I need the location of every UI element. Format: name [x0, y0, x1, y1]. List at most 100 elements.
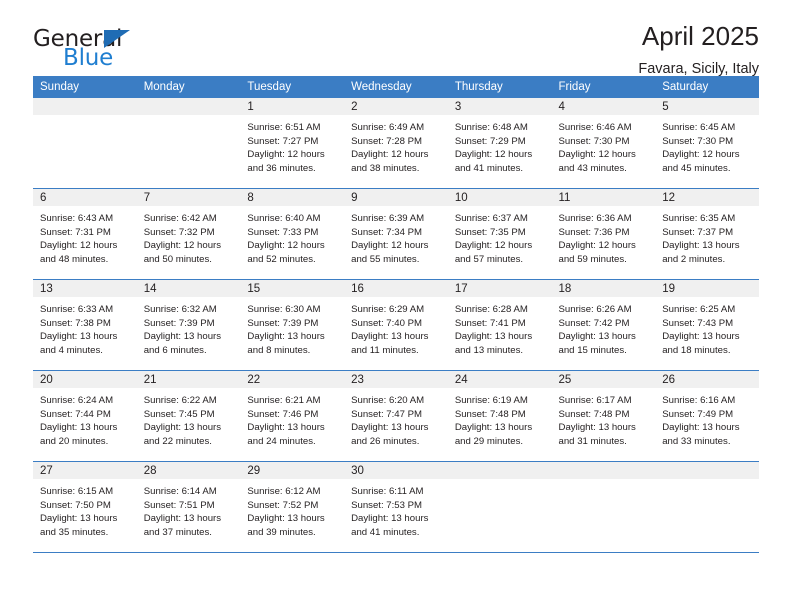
daylight-text-line2: and 41 minutes. — [351, 526, 420, 538]
calendar-day-cell[interactable]: 6 Sunrise: 6:43 AM Sunset: 7:31 PM Daylight… — [33, 188, 137, 280]
daylight-text-line2: and 22 minutes. — [143, 435, 212, 447]
calendar-day-cell[interactable]: 27 Sunrise: 6:15 AM Sunset: 7:50 PM Dayligh… — [33, 461, 137, 553]
calendar-day-cell[interactable]: 23 Sunrise: 6:20 AM Sunset: 7:47 PM Dayligh… — [344, 370, 448, 462]
day-details: Sunrise: 6:12 AM Sunset: 7:52 PM Daylight:… — [240, 479, 344, 539]
calendar-day-cell[interactable]: 26 Sunrise: 6:16 AM Sunset: 7:49 PM Dayligh… — [655, 370, 759, 462]
sunrise-text: Sunrise: 6:12 AM — [247, 486, 321, 497]
sunset-text: Sunset: 7:42 PM — [558, 317, 630, 329]
sunset-text: Sunset: 7:33 PM — [247, 226, 319, 238]
daylight-text-line1: Daylight: 13 hours — [662, 240, 740, 252]
calendar-day-cell[interactable]: 7 Sunrise: 6:42 AM Sunset: 7:32 PM Daylight… — [136, 188, 241, 280]
calendar-day-cell[interactable]: 24 Sunrise: 6:19 AM Sunset: 7:48 PM Dayligh… — [447, 370, 552, 462]
daylight-text-line2: and 2 minutes. — [662, 253, 726, 265]
general-blue-logo: General Blue — [33, 26, 203, 74]
daylight-text-line1: Daylight: 12 hours — [351, 240, 429, 252]
day-details: Sunrise: 6:33 AM Sunset: 7:38 PM Daylight:… — [33, 297, 137, 357]
sunset-text: Sunset: 7:52 PM — [247, 499, 319, 511]
sunrise-text: Sunrise: 6:51 AM — [247, 122, 321, 133]
daylight-text-line1: Daylight: 12 hours — [558, 240, 636, 252]
day-number: 19 — [655, 280, 759, 297]
sunrise-text: Sunrise: 6:16 AM — [662, 395, 736, 406]
daylight-text-line2: and 39 minutes. — [247, 526, 316, 538]
daylight-text-line1: Daylight: 13 hours — [247, 422, 325, 434]
calendar-day-cell[interactable]: 4 Sunrise: 6:46 AM Sunset: 7:30 PM Daylight… — [551, 98, 656, 189]
daylight-text-line2: and 13 minutes. — [454, 344, 524, 356]
calendar-day-cell[interactable]: 22 Sunrise: 6:21 AM Sunset: 7:46 PM Dayligh… — [240, 370, 345, 462]
calendar-body: 1 Sunrise: 6:51 AM Sunset: 7:27 PM Daylight… — [33, 98, 759, 553]
daylight-text-line1: Daylight: 13 hours — [558, 331, 636, 343]
calendar-day-cell[interactable]: 29 Sunrise: 6:12 AM Sunset: 7:52 PM Dayligh… — [240, 461, 345, 553]
calendar-day-cell[interactable]: 13 Sunrise: 6:33 AM Sunset: 7:38 PM Dayligh… — [33, 279, 137, 371]
sunset-text: Sunset: 7:39 PM — [247, 317, 319, 329]
sunrise-text: Sunrise: 6:40 AM — [247, 213, 321, 224]
sunrise-text: Sunrise: 6:25 AM — [662, 304, 736, 315]
daylight-text-line2: and 31 minutes. — [558, 435, 627, 447]
sunrise-text: Sunrise: 6:33 AM — [40, 304, 114, 315]
calendar-day-cell[interactable]: 17 Sunrise: 6:28 AM Sunset: 7:41 PM Dayligh… — [447, 279, 552, 371]
daylight-text-line1: Daylight: 13 hours — [143, 422, 222, 434]
calendar-day-cell[interactable]: 21 Sunrise: 6:22 AM Sunset: 7:45 PM Dayligh… — [136, 370, 241, 462]
calendar-page: General Blue April 2025 Favara, Sicily, … — [0, 0, 792, 612]
sunrise-text: Sunrise: 6:35 AM — [662, 213, 736, 224]
calendar-day-cell[interactable]: 25 Sunrise: 6:17 AM Sunset: 7:48 PM Dayligh… — [551, 370, 656, 462]
calendar-day-cell[interactable]: 10 Sunrise: 6:37 AM Sunset: 7:35 PM Dayligh… — [447, 188, 552, 280]
day-number — [551, 462, 656, 479]
daylight-text-line1: Daylight: 12 hours — [454, 240, 533, 252]
day-number: 18 — [551, 280, 656, 297]
calendar-empty-cell — [551, 461, 656, 553]
daylight-text-line2: and 8 minutes. — [247, 344, 311, 356]
daylight-text-line2: and 33 minutes. — [662, 435, 731, 447]
calendar-day-cell[interactable]: 18 Sunrise: 6:26 AM Sunset: 7:42 PM Dayligh… — [551, 279, 656, 371]
calendar-week-row: 6 Sunrise: 6:43 AM Sunset: 7:31 PM Daylight… — [33, 188, 759, 280]
weekday-header-row: Sunday Monday Tuesday Wednesday Thursday… — [33, 76, 759, 98]
sunset-text: Sunset: 7:39 PM — [143, 317, 215, 329]
day-number — [655, 462, 759, 479]
calendar-day-cell[interactable]: 11 Sunrise: 6:36 AM Sunset: 7:36 PM Dayligh… — [551, 188, 656, 280]
daylight-text-line2: and 57 minutes. — [454, 253, 524, 265]
sunset-text: Sunset: 7:38 PM — [40, 317, 111, 329]
calendar-day-cell[interactable]: 1 Sunrise: 6:51 AM Sunset: 7:27 PM Daylight… — [240, 98, 345, 189]
calendar-day-cell[interactable]: 12 Sunrise: 6:35 AM Sunset: 7:37 PM Dayligh… — [655, 188, 759, 280]
day-number: 8 — [240, 189, 345, 206]
calendar-week-row: 1 Sunrise: 6:51 AM Sunset: 7:27 PM Daylight… — [33, 98, 759, 189]
sunrise-text: Sunrise: 6:48 AM — [454, 122, 528, 133]
calendar-day-cell[interactable]: 28 Sunrise: 6:14 AM Sunset: 7:51 PM Dayligh… — [136, 461, 241, 553]
day-details: Sunrise: 6:21 AM Sunset: 7:46 PM Daylight:… — [240, 388, 344, 448]
calendar-week-row: 20 Sunrise: 6:24 AM Sunset: 7:44 PM Dayligh… — [33, 370, 759, 462]
calendar-day-cell[interactable]: 16 Sunrise: 6:29 AM Sunset: 7:40 PM Dayligh… — [344, 279, 448, 371]
daylight-text-line2: and 29 minutes. — [454, 435, 524, 447]
sunset-text: Sunset: 7:43 PM — [662, 317, 734, 329]
sunrise-text: Sunrise: 6:45 AM — [662, 122, 736, 133]
day-details: Sunrise: 6:29 AM Sunset: 7:40 PM Daylight:… — [344, 297, 448, 357]
calendar-day-cell[interactable]: 15 Sunrise: 6:30 AM Sunset: 7:39 PM Dayligh… — [240, 279, 345, 371]
calendar-day-cell[interactable]: 20 Sunrise: 6:24 AM Sunset: 7:44 PM Dayligh… — [33, 370, 137, 462]
calendar-day-cell[interactable]: 14 Sunrise: 6:32 AM Sunset: 7:39 PM Dayligh… — [136, 279, 241, 371]
daylight-text-line1: Daylight: 13 hours — [351, 422, 429, 434]
calendar-week-row: 13 Sunrise: 6:33 AM Sunset: 7:38 PM Dayligh… — [33, 279, 759, 371]
calendar-day-cell[interactable]: 9 Sunrise: 6:39 AM Sunset: 7:34 PM Daylight… — [344, 188, 448, 280]
daylight-text-line2: and 48 minutes. — [40, 253, 109, 265]
day-number: 23 — [344, 371, 448, 388]
logo-word-blue: Blue — [63, 45, 114, 71]
sunset-text: Sunset: 7:30 PM — [662, 135, 734, 147]
sunset-text: Sunset: 7:37 PM — [662, 226, 734, 238]
day-details: Sunrise: 6:19 AM Sunset: 7:48 PM Daylight:… — [448, 388, 552, 448]
daylight-text-line1: Daylight: 13 hours — [351, 513, 429, 525]
weekday-header-monday: Monday — [136, 76, 241, 98]
sunset-text: Sunset: 7:30 PM — [558, 135, 630, 147]
calendar-empty-cell — [655, 461, 759, 553]
calendar-day-cell[interactable]: 30 Sunrise: 6:11 AM Sunset: 7:53 PM Dayligh… — [344, 461, 448, 553]
sunset-text: Sunset: 7:41 PM — [454, 317, 526, 329]
daylight-text-line1: Daylight: 13 hours — [454, 331, 533, 343]
day-details: Sunrise: 6:22 AM Sunset: 7:45 PM Daylight:… — [137, 388, 241, 448]
weekday-header-saturday: Saturday — [655, 76, 759, 98]
day-number: 17 — [447, 280, 552, 297]
day-details: Sunrise: 6:25 AM Sunset: 7:43 PM Daylight:… — [655, 297, 759, 357]
calendar-day-cell[interactable]: 5 Sunrise: 6:45 AM Sunset: 7:30 PM Daylight… — [655, 98, 759, 189]
calendar-day-cell[interactable]: 19 Sunrise: 6:25 AM Sunset: 7:43 PM Dayligh… — [655, 279, 759, 371]
daylight-text-line1: Daylight: 13 hours — [247, 513, 325, 525]
calendar-day-cell[interactable]: 8 Sunrise: 6:40 AM Sunset: 7:33 PM Daylight… — [240, 188, 345, 280]
calendar-day-cell[interactable]: 3 Sunrise: 6:48 AM Sunset: 7:29 PM Daylight… — [447, 98, 552, 189]
sunrise-text: Sunrise: 6:30 AM — [247, 304, 321, 315]
calendar-day-cell[interactable]: 2 Sunrise: 6:49 AM Sunset: 7:28 PM Daylight… — [344, 98, 448, 189]
